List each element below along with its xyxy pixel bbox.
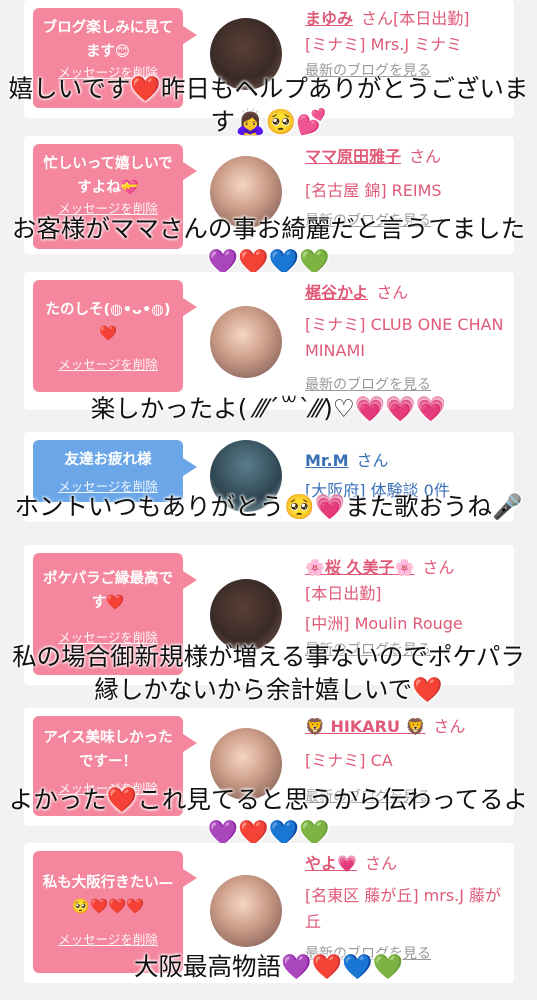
profile-name-link[interactable]: やよ💗 [305, 854, 357, 873]
work-status: [本日出勤] [305, 584, 382, 603]
message-text: 私も大阪行きたい—🥺❤️❤️❤️ [42, 875, 174, 915]
honorific: さん [422, 558, 455, 577]
profile-name-link[interactable]: ママ原田雅子 [305, 147, 401, 166]
message-text: 友達お疲れ様 [64, 452, 152, 468]
caption: ホントいつもありがとう🥺💗また歌おうね🎤 [14, 492, 523, 521]
caption: 大阪最高物語💜❤️💙💚 [133, 952, 404, 981]
honorific: さん [376, 283, 409, 302]
message-card: たのしそ(◍•ᴗ•◍)❤️ メッセージを削除 梶谷かよ さん [ミナミ] CLUB… [24, 272, 514, 410]
profile-name-link[interactable]: まゆみ [305, 9, 353, 28]
honorific: さん [364, 854, 397, 873]
delete-message-link[interactable]: メッセージを削除 [39, 356, 177, 374]
avatar[interactable] [210, 306, 282, 378]
caption: 私の場合御新規様が増える事ないのでポケパラ縁しかないから余計嬉しいで❤️ [12, 642, 525, 704]
shop-info: [名古屋 錦] REIMS [305, 181, 442, 200]
profile-name-link[interactable]: 🌸桜 久美子🌸 [305, 558, 414, 577]
delete-message-link[interactable]: メッセージを削除 [39, 931, 177, 949]
message-text: ポケパラご縁最高です❤️ [43, 571, 173, 611]
work-status: [本日出勤] [393, 9, 470, 28]
message-text: アイス美味しかったですー！ [43, 730, 173, 770]
honorific: さん [361, 9, 394, 28]
caption: 嬉しいです❤️昨日もヘルプありがとうございます🙇‍♀️🥺💕 [8, 74, 529, 136]
honorific: さん [433, 717, 466, 736]
caption: お客様がママさんの事お綺麗だと言うてました💜❤️💙💚 [11, 214, 526, 276]
shop-info: [中洲] Moulin Rouge [305, 614, 463, 633]
profile-name-link[interactable]: 梶谷かよ [305, 283, 368, 302]
avatar[interactable] [210, 875, 282, 947]
caption: 楽しかったよ( ⁄⁄⁄ˊ꒳ˋ⁄⁄⁄)♡💗💗💗 [90, 394, 447, 423]
honorific: さん [409, 147, 442, 166]
shop-info: [ミナミ] CLUB ONE CHAN MINAMI [305, 315, 504, 360]
shop-info: [ミナミ] CA [305, 751, 393, 770]
message-text: 忙しいって嬉しいですよね💝 [43, 156, 173, 196]
honorific: さん [356, 451, 389, 470]
caption: よかった❤️これ見てると思うから伝わってるよ💜❤️💙💚 [8, 785, 529, 847]
profile-name-link[interactable]: 🦁 HIKARU 🦁 [305, 717, 425, 736]
profile-info: 梶谷かよ さん [ミナミ] CLUB ONE CHAN MINAMI 最新のブログ… [305, 280, 508, 398]
shop-info: [ミナミ] Mrs.J ミナミ [305, 35, 463, 54]
message-text: たのしそ(◍•ᴗ•◍)❤️ [45, 302, 171, 342]
profile-name-link[interactable]: Mr.M [305, 451, 349, 470]
shop-info: [名東区 藤が丘] mrs.J 藤が丘 [305, 886, 502, 931]
message-text: ブログ楽しみに見てます😊 [42, 20, 174, 60]
message-bubble: たのしそ(◍•ᴗ•◍)❤️ メッセージを削除 [33, 280, 197, 392]
